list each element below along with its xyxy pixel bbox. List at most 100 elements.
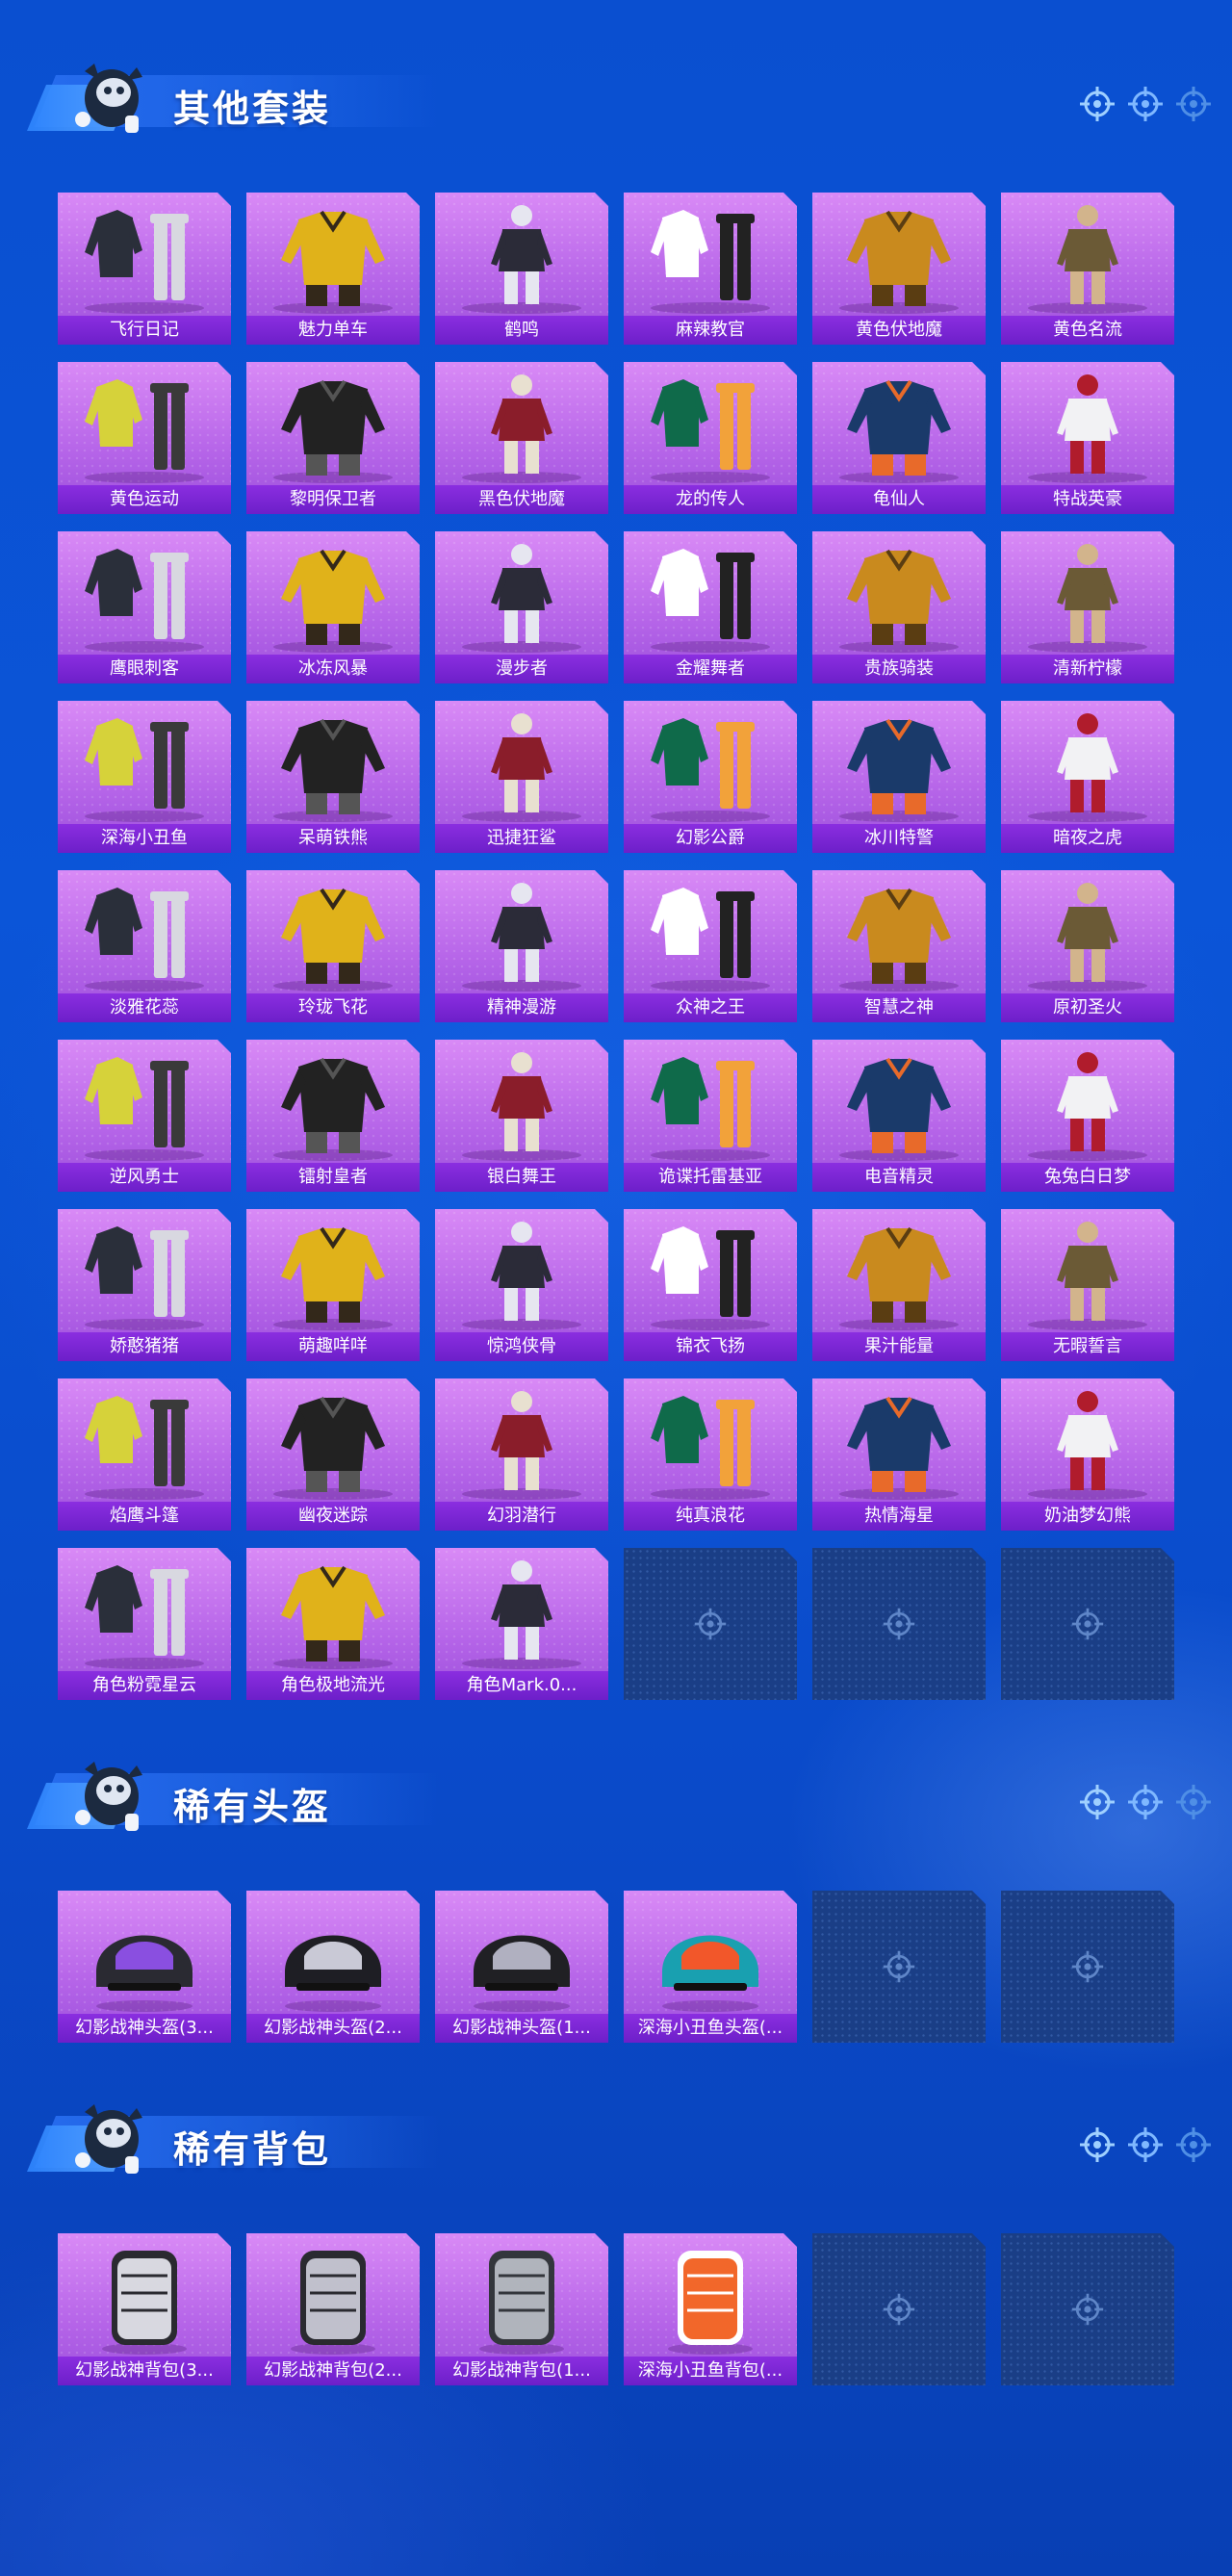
item-card[interactable]: 冰川特警 xyxy=(812,701,986,853)
item-card[interactable]: 贵族骑装 xyxy=(812,531,986,683)
item-card[interactable]: 诡谍托雷基亚 xyxy=(624,1040,797,1192)
item-art xyxy=(246,366,420,485)
item-art xyxy=(435,2237,608,2357)
item-label: 金耀舞者 xyxy=(624,655,797,683)
item-card[interactable]: 众神之王 xyxy=(624,870,797,1022)
item-label: 幻影公爵 xyxy=(624,824,797,853)
item-card[interactable]: 角色极地流光 xyxy=(246,1548,420,1700)
item-art xyxy=(1001,705,1174,824)
item-label: 电音精灵 xyxy=(812,1163,986,1192)
crosshair-icon xyxy=(1078,85,1116,127)
item-card[interactable]: 漫步者 xyxy=(435,531,608,683)
item-card[interactable]: 纯真浪花 xyxy=(624,1378,797,1531)
item-card[interactable]: 萌趣咩咩 xyxy=(246,1209,420,1361)
item-card[interactable]: 黎明保卫者 xyxy=(246,362,420,514)
item-card[interactable]: 锦衣飞扬 xyxy=(624,1209,797,1361)
item-card[interactable]: 热情海星 xyxy=(812,1378,986,1531)
item-card[interactable]: 鹤鸣 xyxy=(435,193,608,345)
item-card[interactable]: 冰冻风暴 xyxy=(246,531,420,683)
item-card[interactable]: 黄色伏地魔 xyxy=(812,193,986,345)
item-card[interactable]: 原初圣火 xyxy=(1001,870,1174,1022)
item-label: 原初圣火 xyxy=(1001,993,1174,1022)
item-art xyxy=(435,366,608,485)
item-label: 幻影战神头盔(3... xyxy=(58,2014,231,2043)
item-label: 幻影战神背包(2... xyxy=(246,2357,420,2385)
item-card[interactable]: 幻羽潜行 xyxy=(435,1378,608,1531)
item-card[interactable]: 奶油梦幻熊 xyxy=(1001,1378,1174,1531)
item-card[interactable]: 角色粉霓星云 xyxy=(58,1548,231,1700)
item-label: 兔兔白日梦 xyxy=(1001,1163,1174,1192)
item-card[interactable]: 精神漫游 xyxy=(435,870,608,1022)
item-card[interactable]: 黄色名流 xyxy=(1001,193,1174,345)
item-card[interactable]: 幻影战神背包(2... xyxy=(246,2233,420,2385)
item-card[interactable]: 娇憨猪猪 xyxy=(58,1209,231,1361)
item-label: 锦衣飞扬 xyxy=(624,1332,797,1361)
item-card[interactable]: 鹰眼刺客 xyxy=(58,531,231,683)
item-label: 萌趣咩咩 xyxy=(246,1332,420,1361)
item-card[interactable]: 飞行日记 xyxy=(58,193,231,345)
item-label: 鹰眼刺客 xyxy=(58,655,231,683)
item-art xyxy=(624,1043,797,1163)
item-card[interactable]: 逆风勇士 xyxy=(58,1040,231,1192)
item-card[interactable]: 淡雅花蕊 xyxy=(58,870,231,1022)
item-card[interactable]: 电音精灵 xyxy=(812,1040,986,1192)
item-card[interactable]: 龙的传人 xyxy=(624,362,797,514)
item-art xyxy=(624,2237,797,2357)
item-card[interactable]: 惊鸿侠骨 xyxy=(435,1209,608,1361)
item-card[interactable]: 银白舞王 xyxy=(435,1040,608,1192)
item-label: 智慧之神 xyxy=(812,993,986,1022)
item-art xyxy=(246,1043,420,1163)
item-card[interactable]: 幻影战神头盔(1... xyxy=(435,1891,608,2043)
item-card[interactable]: 幻影公爵 xyxy=(624,701,797,853)
item-card[interactable]: 兔兔白日梦 xyxy=(1001,1040,1174,1192)
item-art xyxy=(58,2237,231,2357)
item-card[interactable]: 深海小丑鱼 xyxy=(58,701,231,853)
item-card[interactable]: 幽夜迷踪 xyxy=(246,1378,420,1531)
item-card[interactable]: 幻影战神背包(1... xyxy=(435,2233,608,2385)
section-header: 稀有背包 xyxy=(27,2079,1220,2185)
item-card[interactable]: 无暇誓言 xyxy=(1001,1209,1174,1361)
section-header: 稀有头盔 xyxy=(27,1737,1220,1842)
empty-slot xyxy=(1001,2233,1174,2385)
mascot-icon xyxy=(75,2104,142,2174)
item-card[interactable]: 特战英豪 xyxy=(1001,362,1174,514)
item-label: 银白舞王 xyxy=(435,1163,608,1192)
item-card[interactable]: 龟仙人 xyxy=(812,362,986,514)
item-label: 黄色运动 xyxy=(58,485,231,514)
item-art xyxy=(435,196,608,316)
item-card[interactable]: 玲珑飞花 xyxy=(246,870,420,1022)
item-art xyxy=(58,1552,231,1671)
item-card[interactable]: 焰鹰斗篷 xyxy=(58,1378,231,1531)
item-card[interactable]: 幻影战神头盔(2... xyxy=(246,1891,420,2043)
item-card[interactable]: 金耀舞者 xyxy=(624,531,797,683)
item-card[interactable]: 黄色运动 xyxy=(58,362,231,514)
item-art xyxy=(1001,1043,1174,1163)
item-card[interactable]: 果汁能量 xyxy=(812,1209,986,1361)
item-card[interactable]: 智慧之神 xyxy=(812,870,986,1022)
item-card[interactable]: 角色Mark.0... xyxy=(435,1548,608,1700)
item-card[interactable]: 清新柠檬 xyxy=(1001,531,1174,683)
item-card[interactable]: 呆萌铁熊 xyxy=(246,701,420,853)
item-card[interactable]: 麻辣教官 xyxy=(624,193,797,345)
item-card[interactable]: 黑色伏地魔 xyxy=(435,362,608,514)
item-label: 众神之王 xyxy=(624,993,797,1022)
item-art xyxy=(435,705,608,824)
item-art xyxy=(624,196,797,316)
item-label: 贵族骑装 xyxy=(812,655,986,683)
item-card[interactable]: 幻影战神背包(3... xyxy=(58,2233,231,2385)
item-art xyxy=(624,1213,797,1332)
item-card[interactable]: 镭射皇者 xyxy=(246,1040,420,1192)
item-label: 角色极地流光 xyxy=(246,1671,420,1700)
item-art xyxy=(624,874,797,993)
item-card[interactable]: 迅捷狂鲨 xyxy=(435,701,608,853)
item-art xyxy=(812,1043,986,1163)
section-header: 其他套装 xyxy=(27,39,1220,144)
item-card[interactable]: 魅力单车 xyxy=(246,193,420,345)
item-card[interactable]: 暗夜之虎 xyxy=(1001,701,1174,853)
item-art xyxy=(624,535,797,655)
item-art xyxy=(246,1894,420,2014)
item-card[interactable]: 深海小丑鱼背包(... xyxy=(624,2233,797,2385)
item-card[interactable]: 深海小丑鱼头盔(... xyxy=(624,1891,797,2043)
item-art xyxy=(246,535,420,655)
item-card[interactable]: 幻影战神头盔(3... xyxy=(58,1891,231,2043)
